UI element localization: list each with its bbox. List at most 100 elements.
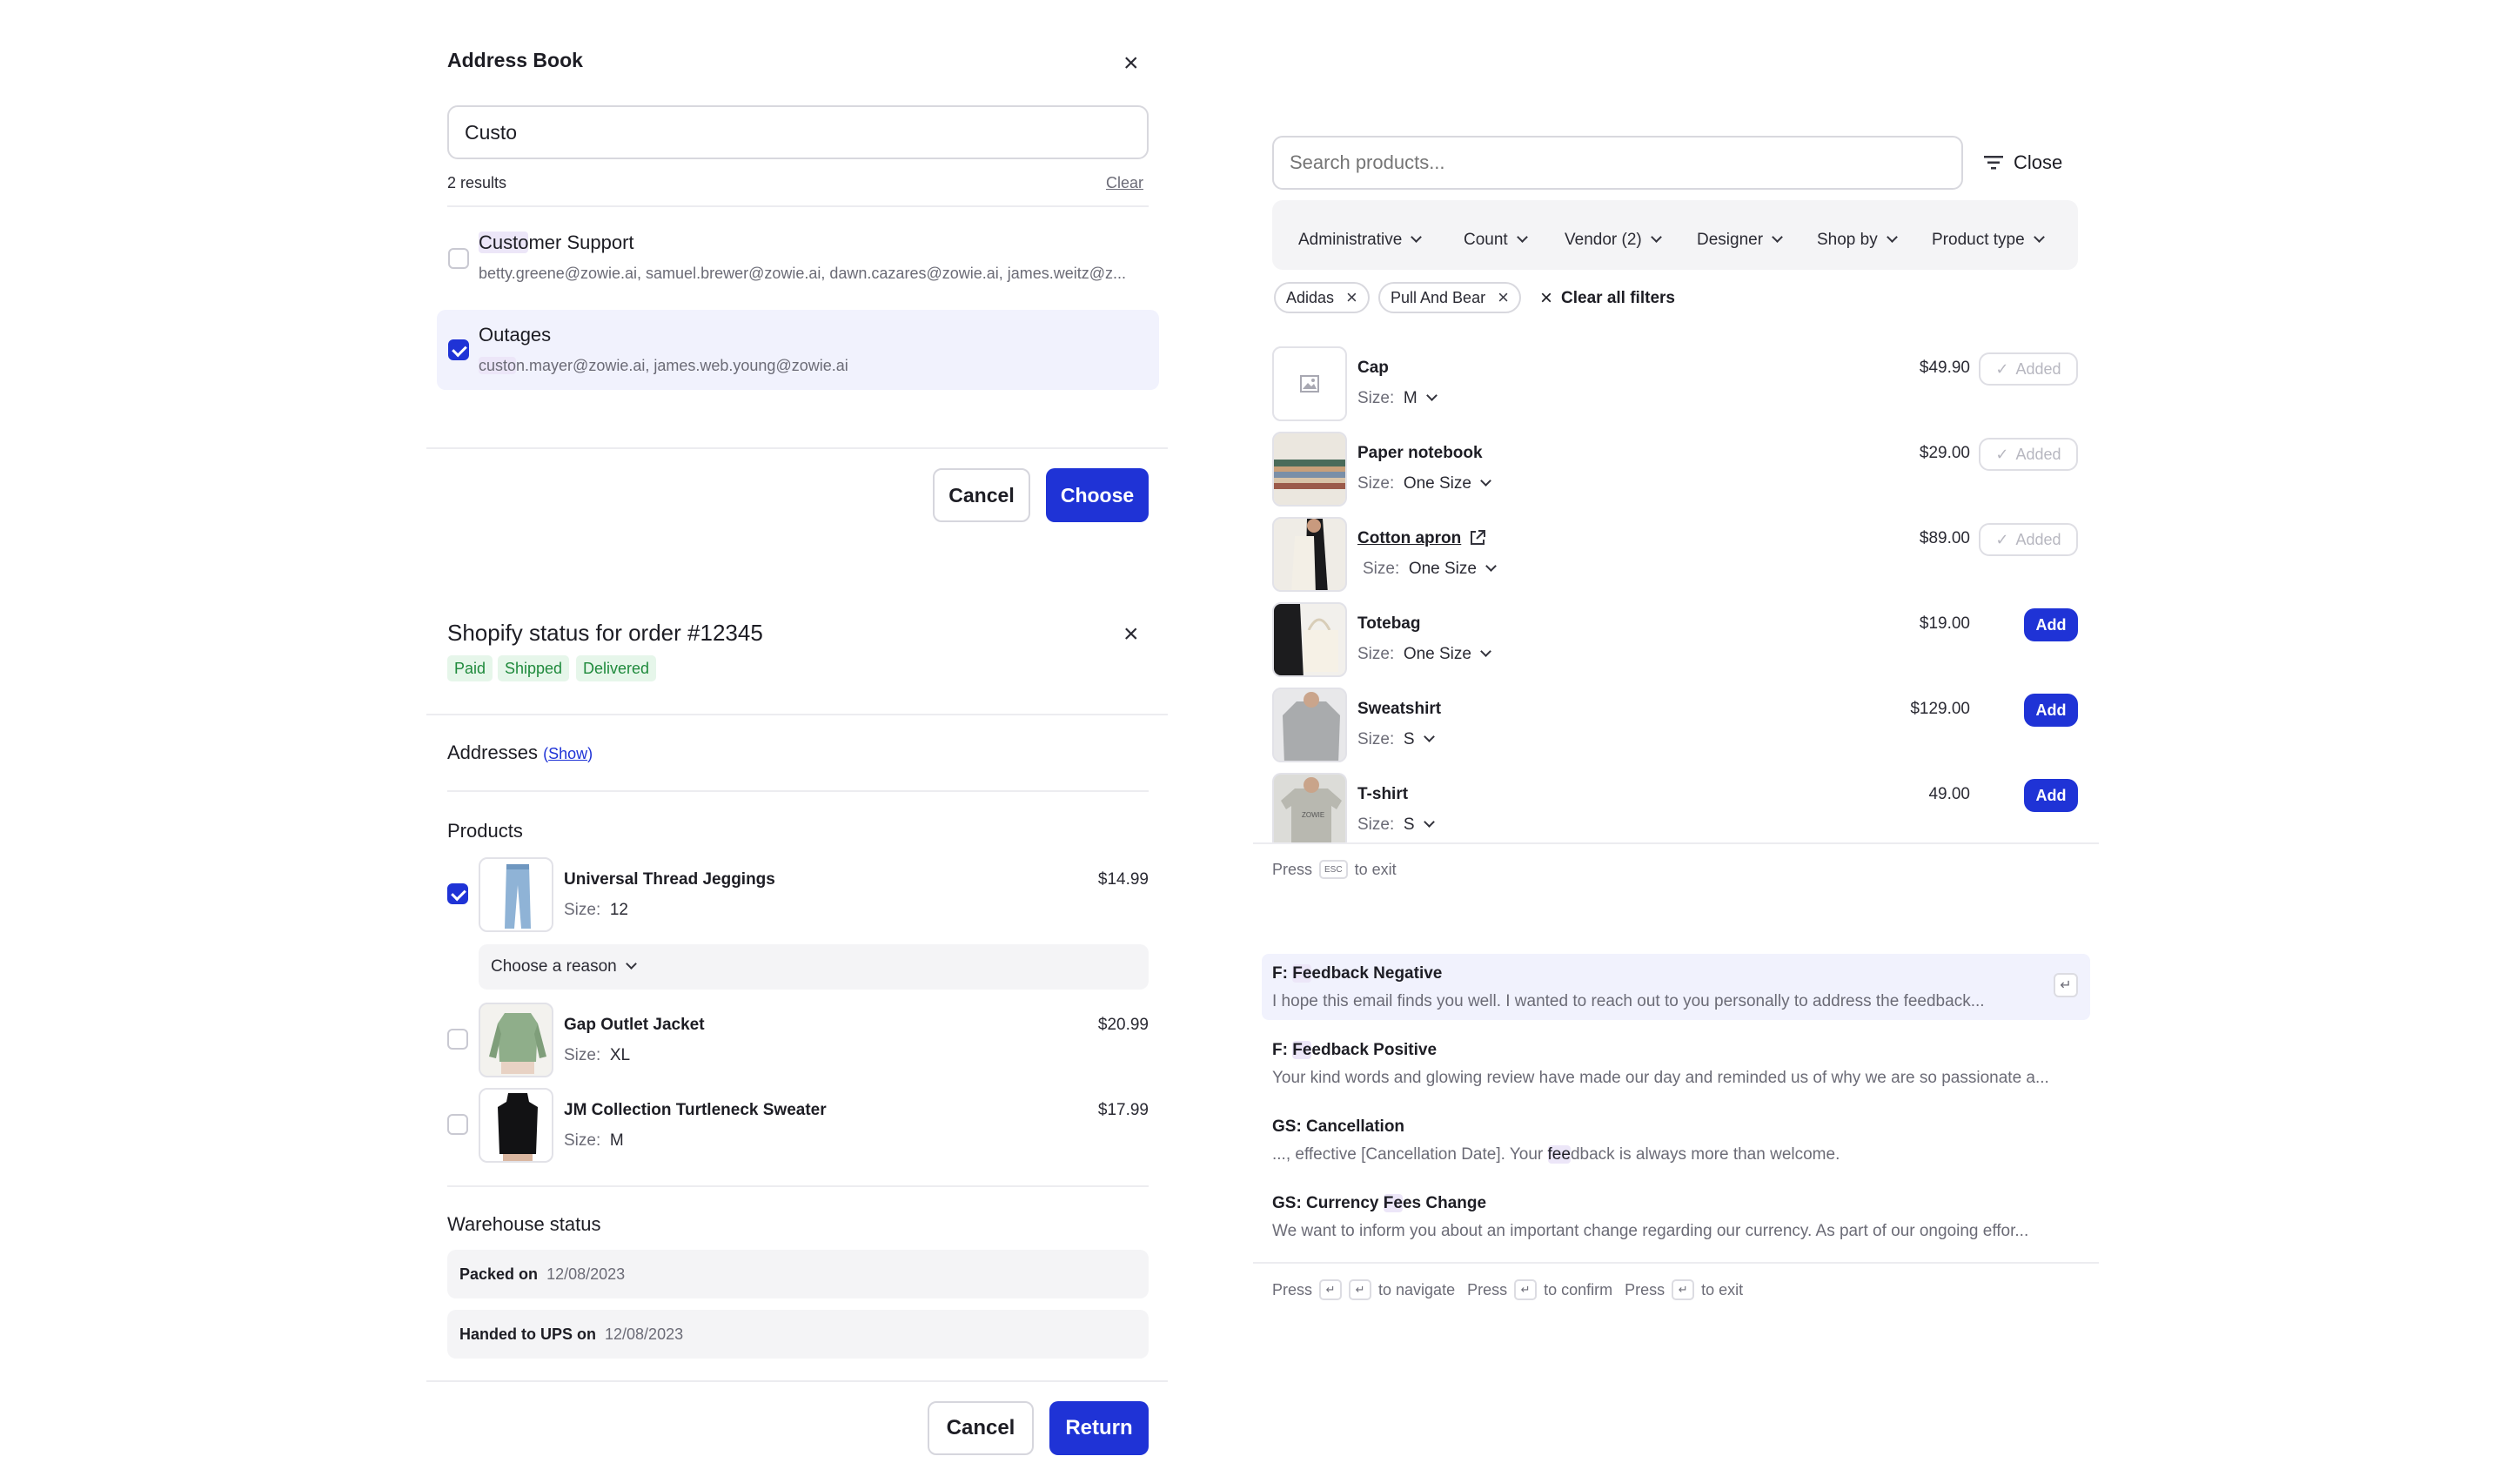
address-item-checkbox[interactable] — [448, 339, 469, 360]
esc-key: ESC — [1319, 860, 1348, 879]
close-icon: × — [1540, 286, 1553, 310]
filter-count[interactable]: Count — [1464, 225, 1528, 256]
enter-key-icon: ↵ — [1349, 1279, 1372, 1300]
clear-link[interactable]: Clear — [1106, 174, 1143, 192]
product-thumbnail: ZOWIE — [1272, 773, 1347, 844]
choose-button[interactable]: Choose — [1046, 468, 1149, 522]
product-size-select[interactable]: Size: One Size — [1357, 645, 1491, 664]
active-filter-adidas[interactable]: Adidas × — [1274, 282, 1370, 313]
product-name: Paper notebook — [1357, 444, 1483, 462]
reason-select[interactable]: Choose a reason — [479, 944, 1149, 990]
clear-all-filters-button[interactable]: × Clear all filters — [1540, 285, 1675, 312]
remove-icon[interactable]: × — [1346, 286, 1357, 309]
product-thumbnail — [479, 1088, 553, 1163]
product-name-link[interactable]: Cotton apron — [1357, 529, 1461, 548]
product-size-select[interactable]: Size: S — [1357, 815, 1435, 835]
product-search-input[interactable] — [1272, 136, 1963, 190]
product-thumbnail — [1272, 517, 1347, 592]
product-checkbox[interactable] — [447, 1029, 468, 1050]
product-size: Size: 12 — [564, 901, 628, 919]
template-title: F: Feedback Negative — [1272, 964, 1443, 983]
show-addresses-link[interactable]: Show — [548, 745, 587, 762]
template-body: ..., effective [Cancellation Date]. Your… — [1272, 1145, 1840, 1164]
product-price: $17.99 — [1097, 1101, 1149, 1119]
product-name: Sweatshirt — [1357, 700, 1442, 718]
add-button[interactable]: Add — [2024, 694, 2078, 727]
filter-shop-by[interactable]: Shop by — [1817, 225, 1898, 256]
product-size-select[interactable]: Size: S — [1357, 730, 1435, 749]
close-icon[interactable]: × — [1123, 621, 1139, 648]
search-footer-hint: Press ESC to exit — [1272, 860, 1397, 879]
address-item-selected[interactable]: Outages custon.mayer@zowie.ai, james.web… — [437, 310, 1159, 390]
add-button[interactable]: Add — [2024, 608, 2078, 641]
product-name: Totebag — [1357, 614, 1421, 633]
product-checkbox[interactable] — [447, 883, 468, 904]
cancel-button[interactable]: Cancel — [933, 468, 1030, 522]
status-badge-delivered: Delivered — [576, 655, 657, 681]
template-item[interactable]: GS: Cancellation ..., effective [Cancell… — [1262, 1107, 2090, 1173]
product-price: $20.99 — [1097, 1016, 1149, 1034]
chevron-down-icon — [1886, 231, 1898, 243]
chevron-down-icon — [1480, 646, 1491, 657]
template-item-selected[interactable]: F: Feedback Negative I hope this email f… — [1262, 954, 2090, 1020]
return-button[interactable]: Return — [1049, 1401, 1149, 1455]
added-button[interactable]: ✓ Added — [1979, 438, 2078, 471]
filter-vendor[interactable]: Vendor (2) — [1565, 225, 1662, 256]
product-name: T-shirt — [1357, 785, 1409, 803]
product-price: $29.00 — [1919, 444, 1970, 462]
added-button[interactable]: ✓ Added — [1979, 352, 2078, 386]
add-button[interactable]: Add — [2024, 779, 2078, 812]
chevron-down-icon — [1423, 816, 1435, 828]
chevron-down-icon — [2033, 231, 2045, 243]
chevron-down-icon — [625, 957, 637, 970]
product-size-select[interactable]: Size: One Size — [1357, 474, 1491, 493]
active-filter-pull-and-bear[interactable]: Pull And Bear × — [1378, 282, 1521, 313]
added-button[interactable]: ✓ Added — [1979, 523, 2078, 556]
close-icon[interactable]: × — [1123, 50, 1139, 77]
product-thumbnail — [479, 857, 553, 932]
product-thumbnail — [1272, 432, 1347, 507]
template-item[interactable]: F: Feedback Positive Your kind words and… — [1262, 1030, 2090, 1097]
filter-product-type[interactable]: Product type — [1932, 225, 2045, 256]
results-count: 2 results — [447, 174, 507, 191]
address-item-checkbox[interactable] — [448, 248, 469, 269]
warehouse-row: Packed on 12/08/2023 — [447, 1250, 1149, 1298]
product-thumbnail — [1272, 346, 1347, 421]
template-title: GS: Currency Fees Change — [1272, 1194, 1487, 1212]
filter-administrative[interactable]: Administrative — [1298, 225, 1423, 256]
tshirt-print: ZOWIE — [1302, 811, 1325, 819]
product-price: $49.90 — [1919, 359, 1970, 377]
chevron-down-icon — [1480, 475, 1491, 487]
remove-icon[interactable]: × — [1498, 286, 1509, 309]
external-link-icon[interactable] — [1469, 529, 1486, 551]
product-price: $89.00 — [1919, 529, 1970, 547]
product-price: 49.00 — [1928, 785, 1970, 803]
template-item[interactable]: GS: Currency Fees Change We want to info… — [1262, 1184, 2090, 1250]
product-size-select[interactable]: Size: One Size — [1363, 560, 1497, 579]
chevron-down-icon — [1425, 390, 1438, 401]
address-search-value: Custo — [465, 120, 518, 144]
enter-key-icon: ↵ — [1319, 1279, 1343, 1300]
addresses-heading: Addresses (Show) — [447, 742, 593, 763]
warehouse-heading: Warehouse status — [447, 1213, 601, 1235]
status-badge-shipped: Shipped — [498, 655, 570, 681]
chevron-down-icon — [1423, 731, 1435, 742]
address-item-emails: custon.mayer@zowie.ai, james.web.young@z… — [479, 357, 848, 374]
filter-designer[interactable]: Designer — [1697, 225, 1783, 256]
template-body: We want to inform you about an important… — [1272, 1222, 2029, 1240]
product-price: $19.00 — [1919, 614, 1970, 633]
product-thumbnail — [1272, 602, 1347, 677]
filter-icon — [1984, 156, 2003, 170]
address-search-input[interactable]: Custo — [447, 105, 1149, 159]
product-thumbnail — [479, 1003, 553, 1077]
filter-close-button[interactable]: Close — [1984, 150, 2062, 176]
product-size-select[interactable]: Size: M — [1357, 389, 1438, 408]
chevron-down-icon — [1411, 231, 1423, 243]
template-body: I hope this email finds you well. I want… — [1272, 992, 1985, 1010]
cancel-button[interactable]: Cancel — [928, 1401, 1034, 1455]
check-icon: ✓ — [1995, 359, 2009, 378]
address-item[interactable]: Customer Support betty.greene@zowie.ai, … — [437, 225, 1159, 294]
chevron-down-icon — [1650, 231, 1662, 243]
product-checkbox[interactable] — [447, 1114, 468, 1135]
order-title: Shopify status for order #12345 — [447, 620, 763, 646]
